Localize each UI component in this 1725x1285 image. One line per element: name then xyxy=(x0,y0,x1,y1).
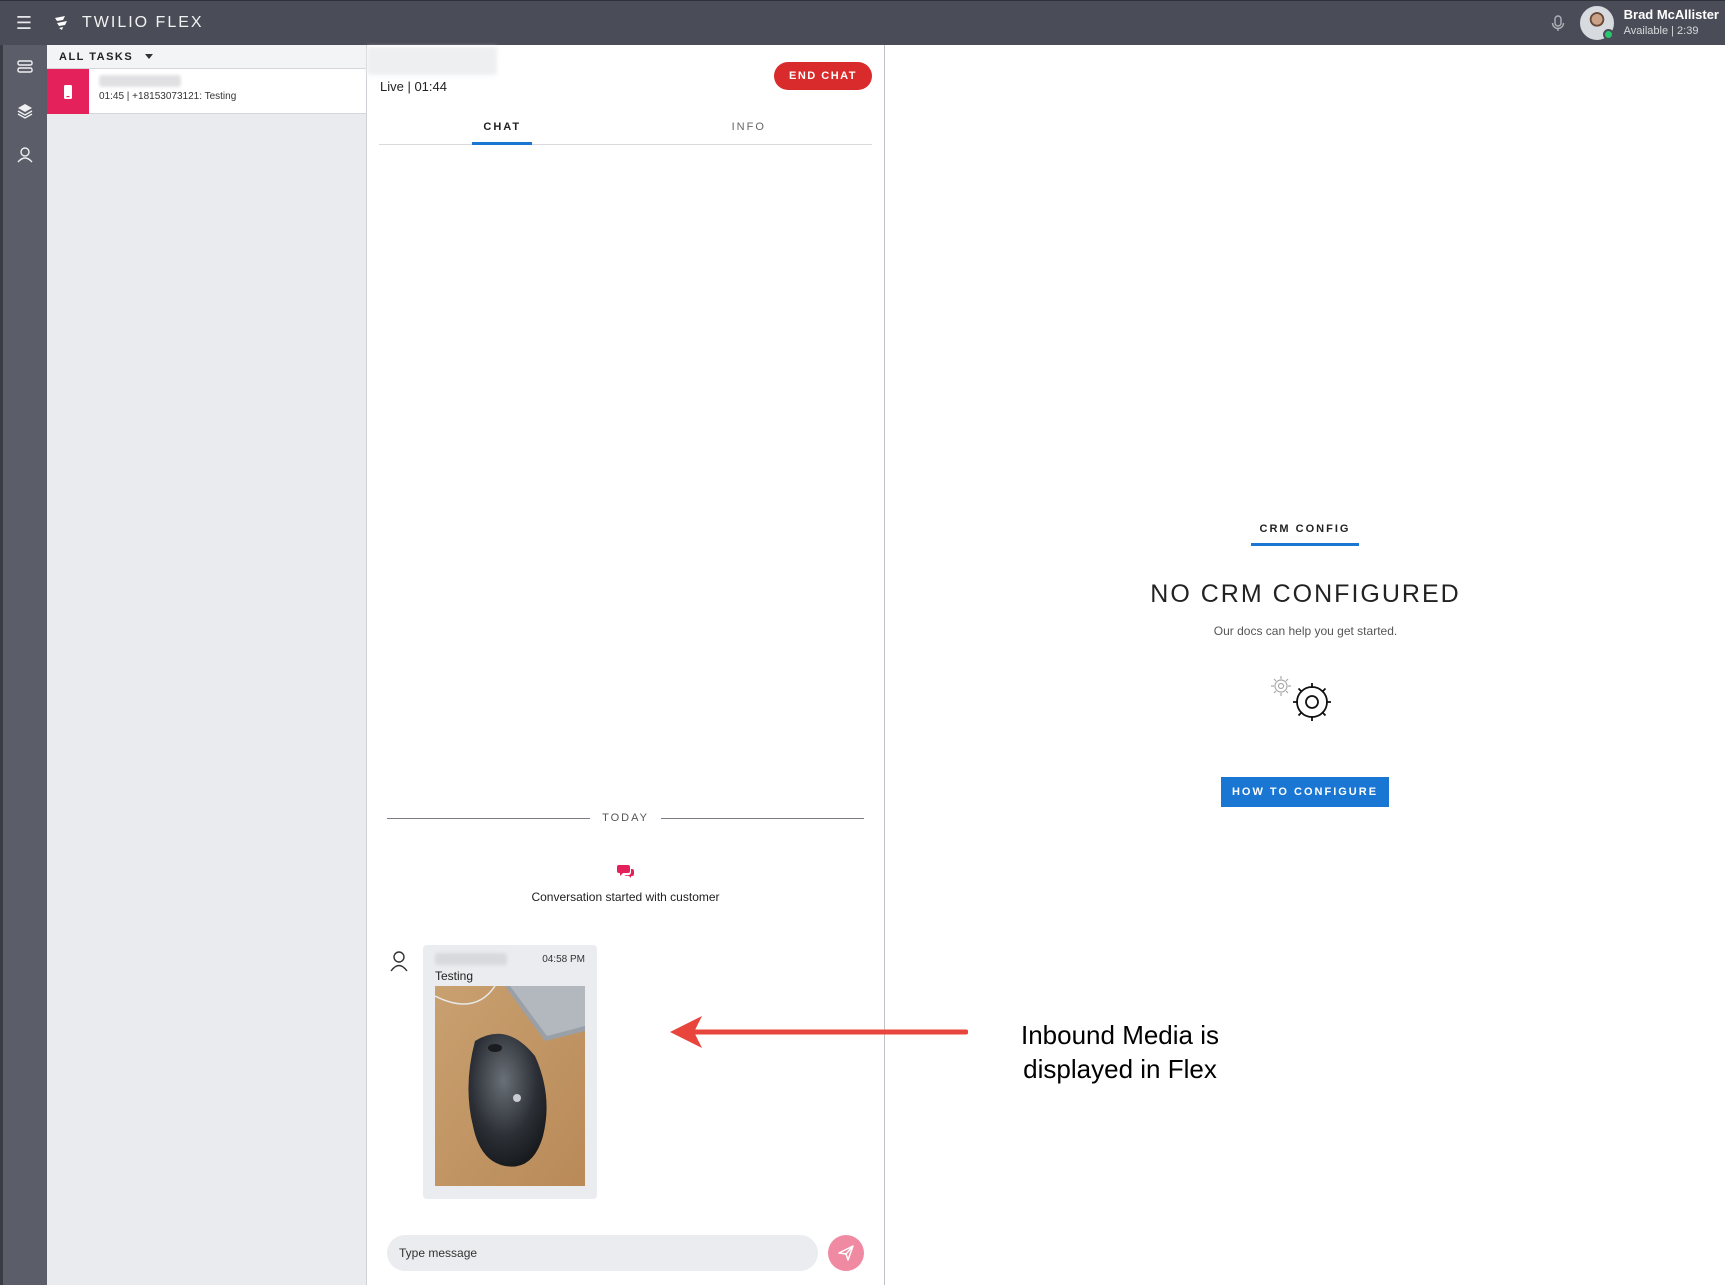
customer-avatar-icon xyxy=(390,951,408,972)
task-filter-label: ALL TASKS xyxy=(59,50,134,63)
inbound-media-image[interactable] xyxy=(435,986,585,1186)
tab-info[interactable]: INFO xyxy=(626,113,873,144)
day-divider: TODAY xyxy=(387,812,865,824)
divider-line-right xyxy=(660,817,865,819)
crm-panel: CRM CONFIG NO CRM CONFIGURED Our docs ca… xyxy=(886,45,1725,1285)
divider-line-left xyxy=(387,817,591,819)
brand-name: TWILIO FLEX xyxy=(82,14,204,31)
agent-icon[interactable] xyxy=(3,133,47,177)
side-nav xyxy=(0,45,47,1285)
redacted-customer-title xyxy=(367,47,497,75)
how-to-configure-button[interactable]: HOW TO CONFIGURE xyxy=(1221,777,1389,807)
hamburger-icon[interactable]: ☰ xyxy=(0,1,48,46)
redacted-customer-name xyxy=(99,75,181,87)
flex-logo-icon xyxy=(55,16,67,30)
user-info[interactable]: Brad McAllister Available | 2:39 xyxy=(1624,7,1719,39)
task-subtitle: 01:45 | +18153073121: Testing xyxy=(99,91,237,102)
inbound-message: 04:58 PM Testing xyxy=(423,945,597,1199)
task-filter-dropdown[interactable]: ALL TASKS xyxy=(47,45,366,69)
tab-chat[interactable]: CHAT xyxy=(379,113,626,145)
message-input[interactable] xyxy=(387,1235,818,1271)
annotation-text: Inbound Media is displayed in Flex xyxy=(1000,1018,1240,1086)
chat-tabs: CHAT INFO xyxy=(379,113,872,145)
user-status: Available | 2:39 xyxy=(1623,25,1699,37)
user-avatar[interactable] xyxy=(1579,6,1614,40)
tab-crm-config[interactable]: CRM CONFIG xyxy=(1251,523,1359,546)
send-button[interactable] xyxy=(828,1235,864,1271)
chat-header: Live | 01:44 END CHAT CHAT INFO xyxy=(367,45,884,145)
redacted-sender-name xyxy=(435,953,507,965)
microphone-icon[interactable] xyxy=(1548,13,1568,33)
phone-icon xyxy=(47,69,89,114)
end-chat-button[interactable]: END CHAT xyxy=(774,62,872,90)
top-bar: ☰ TWILIO FLEX Brad McAllister Available … xyxy=(0,0,1725,45)
chat-bubbles-icon xyxy=(616,865,634,878)
task-card[interactable]: 01:45 | +18153073121: Testing xyxy=(47,69,366,114)
task-list-icon[interactable] xyxy=(3,45,47,89)
day-divider-label: TODAY xyxy=(602,812,649,824)
task-list-panel: ALL TASKS 01:45 | +18153073121: Testing xyxy=(47,45,367,1285)
conversation-notice: Conversation started with customer xyxy=(367,863,884,904)
available-status-dot xyxy=(1602,29,1614,40)
crm-subtitle: Our docs can help you get started. xyxy=(1213,624,1398,638)
chat-panel: Live | 01:44 END CHAT CHAT INFO TODAY Co… xyxy=(367,45,885,1285)
gears-icon xyxy=(1271,676,1331,721)
crm-title: NO CRM CONFIGURED xyxy=(1150,580,1461,608)
annotation-arrow-icon xyxy=(670,1016,968,1048)
message-composer xyxy=(387,1235,864,1271)
brand: TWILIO FLEX xyxy=(54,14,204,32)
chat-live-status: Live | 01:44 xyxy=(380,79,447,94)
annotation-line-1: Inbound Media is xyxy=(1020,1020,1220,1050)
layers-icon[interactable] xyxy=(3,89,47,133)
annotation-line-2: displayed in Flex xyxy=(1023,1054,1217,1084)
conversation-notice-text: Conversation started with customer xyxy=(531,890,720,904)
message-time: 04:58 PM xyxy=(542,953,585,965)
user-name: Brad McAllister xyxy=(1623,7,1719,22)
message-text: Testing xyxy=(435,969,474,983)
chevron-down-icon xyxy=(145,54,154,59)
send-icon xyxy=(838,1245,854,1261)
